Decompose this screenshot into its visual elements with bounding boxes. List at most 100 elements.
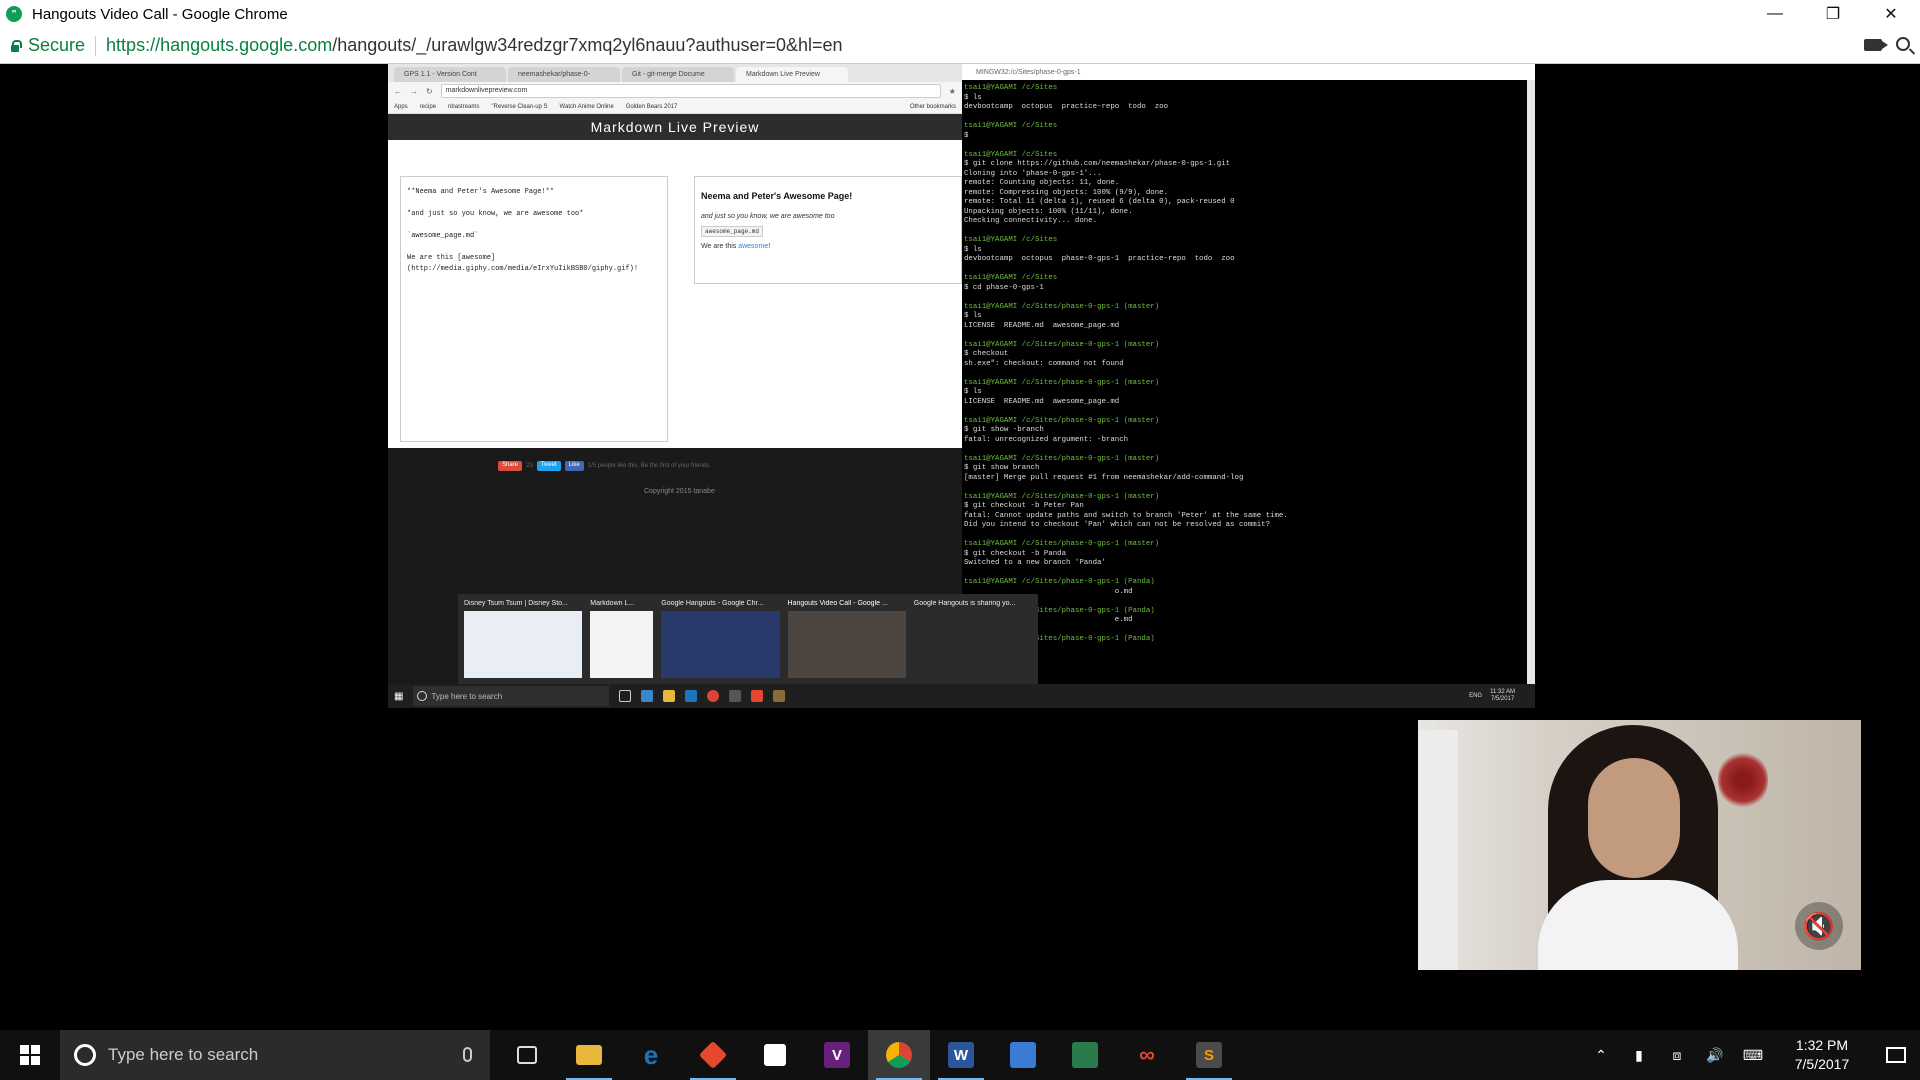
address-bar-icons <box>1864 36 1910 51</box>
terminal-line: remote: Compressing objects: 100% (9/9),… <box>964 188 1169 197</box>
thumbnail: Google Hangouts is sharing yo... <box>913 600 1032 678</box>
microphone-icon[interactable] <box>463 1047 472 1062</box>
secure-label[interactable]: Secure <box>28 35 85 56</box>
close-button[interactable]: ✕ <box>1862 0 1920 28</box>
terminal-line: $ git checkout -b Panda <box>964 549 1067 558</box>
app-icon <box>773 690 786 702</box>
thumbnail-label: Hangouts Video Call - Google ... <box>787 600 888 607</box>
microphone-muted-icon[interactable]: 🔇 <box>1795 902 1843 950</box>
terminal-line: Cloning into 'phase-0-gps-1'... <box>964 169 1102 178</box>
app-button[interactable]: ∞ <box>1116 1030 1178 1080</box>
window-titlebar: " Hangouts Video Call - Google Chrome — … <box>0 0 1920 28</box>
edge-button[interactable]: e <box>620 1030 682 1080</box>
file-explorer-button[interactable] <box>558 1030 620 1080</box>
chrome-button[interactable] <box>868 1030 930 1080</box>
terminal-window: MINGW32:/c/Sites/phase-0-gps-1 tsai1@YAG… <box>962 64 1535 684</box>
editor-line: *and just so you know, we are awesome to… <box>407 210 584 218</box>
terminal-line: tsai1@YAGAMI /c/Sites <box>964 122 1058 130</box>
terminal-line: tsai1@YAGAMI /c/Sites/phase-0-gps-1 (Pan… <box>964 606 1155 615</box>
notification-icon <box>1886 1047 1906 1063</box>
terminal-line: tsai1@YAGAMI /c/Sites <box>964 274 1058 282</box>
mail-icon <box>729 690 742 702</box>
store-button[interactable] <box>744 1030 806 1080</box>
address-bar[interactable]: Secure https://hangouts.google.com/hango… <box>0 28 1920 64</box>
terminal-line: $ ls <box>964 93 982 102</box>
editor-line: **Neema and Peter's Awesome Page!** <box>407 188 555 196</box>
terminal-line: fatal: unrecognized argument: -branch <box>964 435 1129 444</box>
minimize-button[interactable]: — <box>1746 0 1804 28</box>
volume-icon[interactable]: 🔊 <box>1696 1030 1734 1080</box>
shared-browser-tabs: GPS 1.1 - Version Cont neemashekar/phase… <box>388 64 962 82</box>
terminal-line: tsai1@YAGAMI /c/Sites <box>964 84 1058 92</box>
taskbar-clock[interactable]: 1:32 PM 7/5/2017 <box>1772 1036 1872 1074</box>
shared-search-box: Type here to search <box>413 686 610 706</box>
preview-heading: Neema and Peter's Awesome Page! <box>701 191 853 201</box>
keyboard-icon[interactable]: ⌨ <box>1734 1030 1772 1080</box>
remote-app-button[interactable] <box>992 1030 1054 1080</box>
share-row: Share 23 Tweet Like 1/5 people like this… <box>498 461 711 471</box>
thumbnail-preview <box>590 611 654 678</box>
terminal-output: tsai1@YAGAMI /c/Sites $ ls devbootcamp oct… <box>962 80 1535 649</box>
bookmark: recipe <box>419 103 437 110</box>
shared-tab-active: Markdown Live Preview <box>736 67 848 82</box>
terminal-line: [master] Merge pull request #1 from neem… <box>964 473 1244 482</box>
shared-browser-toolbar: ← → ↻ markdownlivepreview.com ★ <box>388 82 962 100</box>
action-center-button[interactable] <box>1872 1030 1920 1080</box>
battery-icon[interactable]: ▮ <box>1620 1030 1658 1080</box>
app-button[interactable] <box>1054 1030 1116 1080</box>
shared-url: markdownlivepreview.com <box>440 84 941 98</box>
restore-button[interactable]: ❐ <box>1804 0 1862 28</box>
taskbar-search-box[interactable]: Type here to search <box>60 1030 490 1080</box>
lock-icon[interactable] <box>10 39 22 52</box>
terminal-line: tsai1@YAGAMI /c/Sites/phase-0-gps-1 (mas… <box>964 540 1160 548</box>
terminal-line: sh.exe": checkout: command not found <box>964 359 1124 368</box>
share-count: 23 <box>526 463 533 469</box>
editor-line: `awesome_page.md` <box>407 232 479 240</box>
thumbnail-preview <box>464 611 583 678</box>
hangouts-icon: " <box>6 6 22 22</box>
like-text: 1/5 people like this. Be the first of yo… <box>587 463 711 469</box>
shared-time: 11:32 AM <box>1490 689 1515 695</box>
terminal-line: $ git show -branch <box>964 426 1044 434</box>
git-bash-button[interactable] <box>682 1030 744 1080</box>
terminal-line: LICENSE README.md awesome_page.md <box>964 321 1120 330</box>
sublime-button[interactable]: S <box>1178 1030 1240 1080</box>
start-button[interactable] <box>0 1030 60 1080</box>
wifi-icon[interactable]: ⧈ <box>1658 1030 1696 1080</box>
terminal-line: tsai1@YAGAMI /c/Sites/phase-0-gps-1 (mas… <box>964 454 1160 463</box>
camera-icon[interactable] <box>1864 39 1888 51</box>
terminal-line: $ ls <box>964 245 982 254</box>
terminal-line: tsai1@YAGAMI /c/Sites/phase-0-gps-1 (mas… <box>964 416 1160 425</box>
zoom-icon[interactable] <box>1896 37 1910 51</box>
thumbnail-label: Disney Tsum Tsum | Disney Sto... <box>464 600 568 607</box>
terminal-line: tsai1@YAGAMI /c/Sites/phase-0-gps-1 (Pan… <box>964 578 1155 586</box>
task-view-button[interactable] <box>496 1030 558 1080</box>
git-icon <box>751 690 764 702</box>
visual-studio-button[interactable]: V <box>806 1030 868 1080</box>
terminal-line: tsai1@YAGAMI /c/Sites/phase-0-gps-1 (mas… <box>964 340 1160 349</box>
cortana-icon <box>74 1044 96 1066</box>
terminal-title: MINGW32:/c/Sites/phase-0-gps-1 <box>962 64 1535 80</box>
url-text[interactable]: https://hangouts.google.com/hangouts/_/u… <box>106 35 843 56</box>
task-view-icon <box>517 1046 537 1064</box>
copyright: Copyright 2015 tanabe <box>644 488 715 495</box>
terminal-line: remote: Total 11 (delta 1), reused 6 (de… <box>964 198 1235 206</box>
terminal-line: tsai1@YAGAMI /c/Sites/phase-0-gps-1 (mas… <box>964 302 1160 311</box>
terminal-line: devbootcamp octopus phase-0-gps-1 practi… <box>964 255 1235 263</box>
terminal-line: tsai1@YAGAMI /c/Sites/phase-0-gps-1 (mas… <box>964 492 1160 501</box>
terminal-line: $ checkout <box>964 350 1009 358</box>
shared-lang: ENG <box>1469 693 1483 699</box>
thumbnail-preview <box>661 611 780 678</box>
chevron-up-icon[interactable]: ⌃ <box>1582 1030 1620 1080</box>
thumbnail: Disney Tsum Tsum | Disney Sto... <box>464 600 583 678</box>
infinity-app-icon: ∞ <box>1139 1042 1155 1067</box>
word-button[interactable]: W <box>930 1030 992 1080</box>
thumbnail-preview <box>913 611 1032 678</box>
